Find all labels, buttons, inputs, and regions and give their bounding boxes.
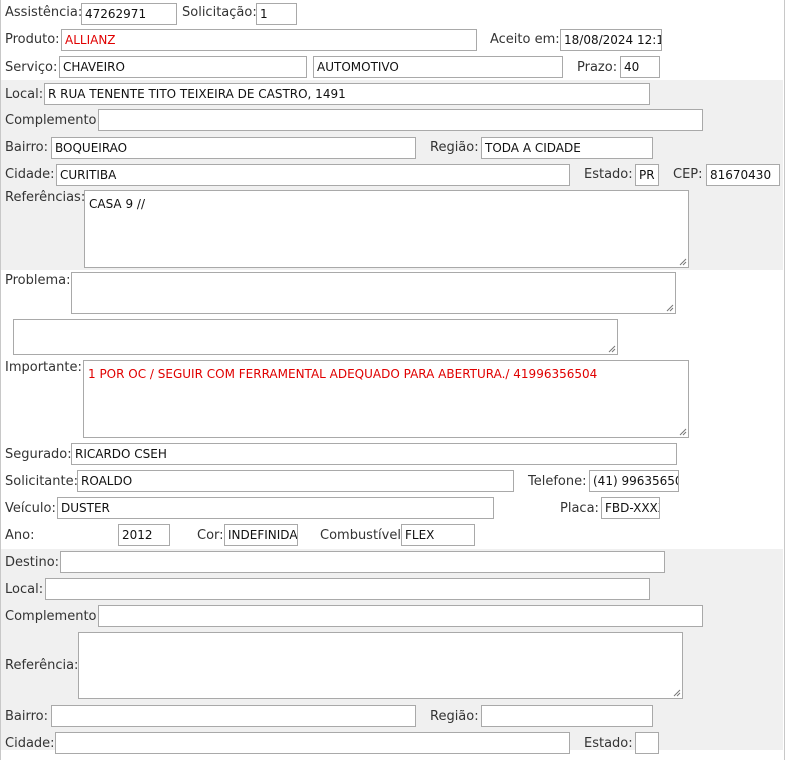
- telefone-field[interactable]: (41) 996356504: [589, 470, 679, 492]
- bairro-label: Bairro:: [5, 140, 49, 155]
- ano-label: Ano:: [5, 528, 35, 543]
- veiculo-field[interactable]: DUSTER: [57, 497, 494, 519]
- referencias-text: CASA 9 //: [89, 197, 145, 211]
- importante-text: 1 POR OC / SEGUIR COM FERRAMENTAL ADEQUA…: [88, 367, 598, 381]
- local-field[interactable]: R RUA TENENTE TITO TEIXEIRA DE CASTRO, 1…: [44, 83, 650, 105]
- problema-extra-textarea[interactable]: [13, 319, 618, 355]
- ano-field[interactable]: 2012: [118, 524, 170, 546]
- cor-label: Cor:: [197, 528, 224, 543]
- produto-field[interactable]: ALLIANZ: [61, 29, 477, 51]
- combustivel-field[interactable]: FLEX: [401, 524, 475, 546]
- problema-textarea[interactable]: [71, 272, 676, 314]
- veiculo-label: Veículo:: [5, 501, 56, 516]
- destino-regiao-label: Região:: [430, 709, 479, 724]
- resize-grip-icon[interactable]: [673, 689, 681, 697]
- servico-field[interactable]: CHAVEIRO: [59, 56, 307, 78]
- destino-cidade-field[interactable]: [55, 732, 570, 754]
- destino-complemento-label: Complemento:: [5, 609, 101, 624]
- destino-field[interactable]: [60, 551, 665, 573]
- destino-complemento-field[interactable]: [98, 605, 703, 627]
- resize-grip-icon[interactable]: [666, 304, 674, 312]
- assistencia-label: Assistência:: [5, 5, 83, 20]
- destino-regiao-field[interactable]: [481, 705, 653, 727]
- destino-bairro-label: Bairro:: [5, 709, 49, 724]
- bairro-field[interactable]: BOQUEIRAO: [51, 137, 416, 159]
- regiao-label: Região:: [430, 140, 479, 155]
- referencias-textarea[interactable]: CASA 9 //: [84, 190, 689, 268]
- problema-label: Problema:: [5, 273, 71, 288]
- destino-local-field[interactable]: [45, 578, 650, 600]
- importante-textarea[interactable]: 1 POR OC / SEGUIR COM FERRAMENTAL ADEQUA…: [83, 360, 689, 438]
- produto-label: Produto:: [5, 32, 60, 47]
- destino-bairro-field[interactable]: [51, 705, 416, 727]
- resize-grip-icon[interactable]: [608, 345, 616, 353]
- regiao-field[interactable]: TODA A CIDADE: [481, 137, 653, 159]
- solicitante-label: Solicitante:: [5, 474, 78, 489]
- destino-estado-field[interactable]: [635, 732, 659, 754]
- destino-label: Destino:: [5, 555, 60, 570]
- solicitacao-field[interactable]: 1: [256, 3, 297, 25]
- resize-grip-icon[interactable]: [679, 258, 687, 266]
- solicitacao-label: Solicitação:: [182, 5, 257, 20]
- local-label: Local:: [5, 87, 44, 102]
- destino-referencia-label: Referência:: [5, 658, 79, 673]
- resize-grip-icon[interactable]: [679, 428, 687, 436]
- referencias-label: Referências:: [5, 190, 86, 205]
- segurado-field[interactable]: RICARDO CSEH: [71, 443, 677, 465]
- servico-tipo-field[interactable]: AUTOMOTIVO: [313, 56, 563, 78]
- placa-field[interactable]: FBD-XXXX: [601, 497, 660, 519]
- cor-field[interactable]: INDEFINIDA: [224, 524, 298, 546]
- solicitante-field[interactable]: ROALDO: [77, 470, 514, 492]
- placa-label: Placa:: [560, 501, 599, 516]
- cidade-label: Cidade:: [5, 167, 55, 182]
- servico-label: Serviço:: [5, 60, 58, 75]
- combustivel-label: Combustível:: [320, 528, 406, 543]
- assistencia-field[interactable]: 47262971: [81, 3, 177, 25]
- cep-label: CEP:: [673, 167, 703, 182]
- aceito-em-label: Aceito em:: [490, 32, 560, 47]
- estado-label: Estado:: [584, 167, 633, 182]
- destino-local-label: Local:: [5, 582, 44, 597]
- destino-referencia-textarea[interactable]: [78, 632, 683, 699]
- estado-field[interactable]: PR: [635, 164, 659, 186]
- cep-field[interactable]: 81670430: [706, 164, 780, 186]
- segurado-label: Segurado:: [5, 447, 72, 462]
- aceito-em-field[interactable]: 18/08/2024 12:17: [560, 29, 662, 51]
- complemento-field[interactable]: [98, 109, 703, 131]
- cidade-field[interactable]: CURITIBA: [56, 164, 570, 186]
- importante-label: Importante:: [5, 360, 82, 375]
- telefone-label: Telefone:: [528, 474, 587, 489]
- complemento-label: Complemento:: [5, 113, 101, 128]
- prazo-label: Prazo:: [577, 60, 618, 75]
- prazo-field[interactable]: 40: [620, 56, 660, 78]
